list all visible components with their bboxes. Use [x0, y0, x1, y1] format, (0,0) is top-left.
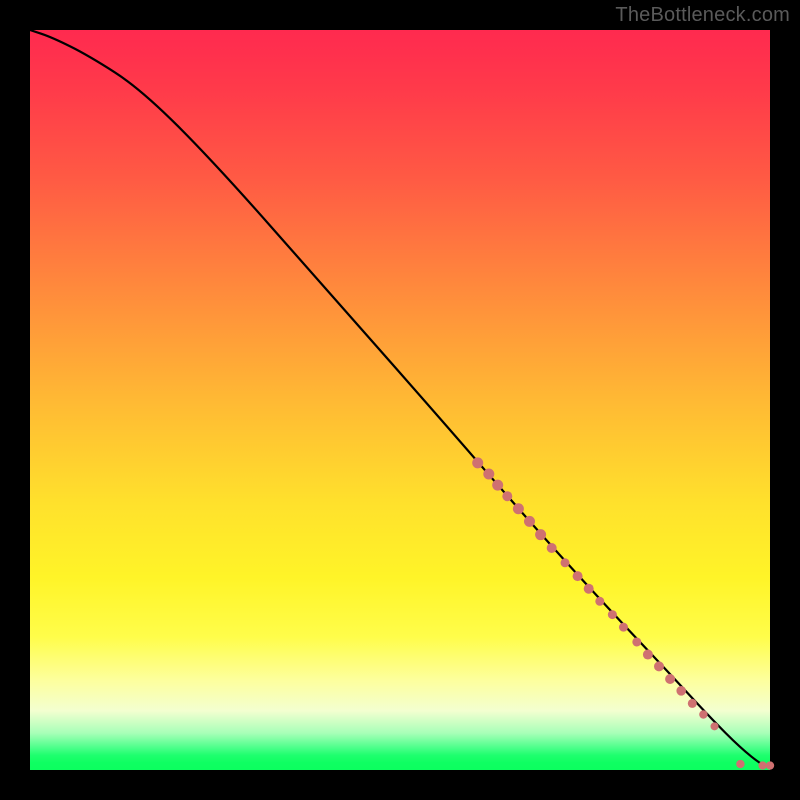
attribution-text: TheBottleneck.com	[615, 4, 790, 27]
chart-marker	[676, 686, 686, 696]
chart-svg	[30, 30, 770, 770]
chart-marker	[665, 674, 675, 684]
chart-marker	[766, 761, 774, 769]
chart-line	[30, 30, 770, 766]
chart-marker	[492, 480, 503, 491]
chart-marker	[688, 699, 697, 708]
chart-marker	[513, 503, 524, 514]
chart-marker	[758, 761, 766, 769]
chart-markers-group	[472, 457, 774, 769]
chart-marker	[472, 457, 483, 468]
chart-marker	[608, 610, 617, 619]
chart-marker	[632, 637, 641, 646]
chart-marker	[595, 597, 604, 606]
chart-marker	[699, 710, 707, 718]
chart-marker	[561, 558, 570, 567]
chart-marker	[711, 722, 719, 730]
chart-marker	[535, 529, 546, 540]
chart-marker	[483, 469, 494, 480]
chart-marker	[736, 760, 744, 768]
chart-marker	[643, 650, 653, 660]
chart-marker	[502, 491, 512, 501]
chart-marker	[584, 584, 594, 594]
chart-marker	[524, 516, 535, 527]
chart-marker	[619, 623, 628, 632]
chart-marker	[547, 543, 557, 553]
chart-plot-area	[30, 30, 770, 770]
chart-marker	[573, 571, 583, 581]
chart-marker	[654, 661, 664, 671]
